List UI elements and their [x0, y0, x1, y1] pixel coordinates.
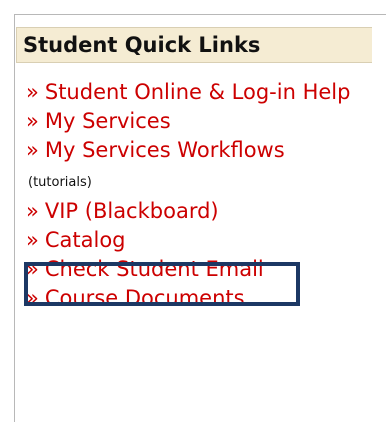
link-vip-blackboard[interactable]: » VIP (Blackboard) [26, 197, 381, 226]
link-label: VIP (Blackboard) [44, 199, 219, 223]
bullet-icon: » [26, 228, 39, 252]
bullet-icon: » [26, 138, 39, 162]
link-course-documents[interactable]: » Course Documents [26, 284, 381, 313]
tutorials-note: (tutorials) [28, 175, 92, 190]
bullet-icon: » [26, 286, 39, 310]
link-check-student-email[interactable]: » Check Student Email [26, 255, 381, 284]
link-label: Catalog [44, 228, 126, 252]
link-label: Course Documents [44, 286, 245, 310]
link-catalog[interactable]: » Catalog [26, 226, 381, 255]
link-label: My Services Workflows [44, 138, 285, 162]
link-label: Check Student Email [44, 257, 264, 281]
bullet-icon: » [26, 109, 39, 133]
bullet-icon: » [26, 199, 39, 223]
link-student-online-help[interactable]: » Student Online & Log-in Help [26, 78, 381, 107]
panel-title: Student Quick Links [23, 33, 261, 57]
bullet-icon: » [26, 257, 39, 281]
link-label: My Services [44, 109, 171, 133]
bullet-icon: » [26, 80, 39, 104]
panel-header: Student Quick Links [16, 27, 372, 63]
link-my-services-workflows[interactable]: » My Services Workflows (tutorials) [26, 136, 286, 197]
link-label: Student Online & Log-in Help [44, 80, 351, 104]
quick-links-list: » Student Online & Log-in Help » My Servic… [26, 78, 381, 313]
link-my-services[interactable]: » My Services [26, 107, 381, 136]
